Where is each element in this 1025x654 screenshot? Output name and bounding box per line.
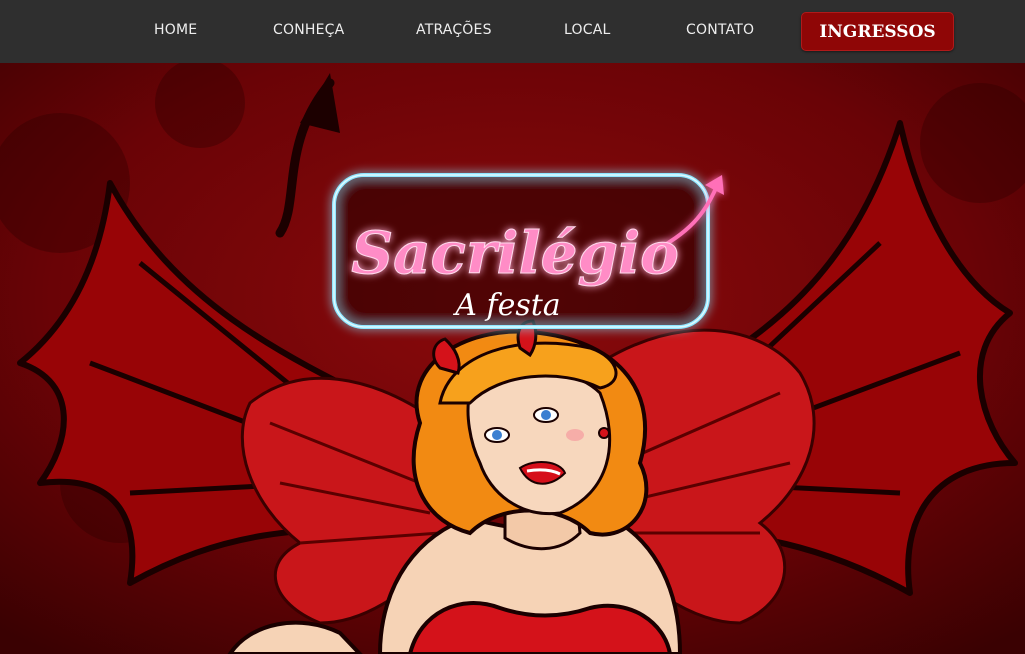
sacrilegio-neon-logo: Sacrilégio A festa: [332, 173, 724, 329]
hero-banner: Sacrilégio A festa: [0, 63, 1025, 654]
nav-home-link[interactable]: HOME: [154, 22, 197, 38]
hero-artwork: Sacrilégio A festa: [0, 63, 1025, 654]
nav-local-link[interactable]: LOCAL: [564, 22, 610, 38]
logo-subtitle: A festa: [452, 288, 560, 323]
top-navigation-bar: HOME CONHEÇA ATRAÇÕES LOCAL CONTATO INGR…: [0, 0, 1025, 63]
logo-title: Sacrilégio: [351, 219, 679, 287]
nav-conheca-link[interactable]: CONHEÇA: [273, 22, 344, 38]
ingressos-button[interactable]: INGRESSOS: [801, 12, 954, 51]
nav-atracoes-link[interactable]: ATRAÇÕES: [416, 22, 492, 38]
nav-contato-link[interactable]: CONTATO: [686, 22, 754, 38]
